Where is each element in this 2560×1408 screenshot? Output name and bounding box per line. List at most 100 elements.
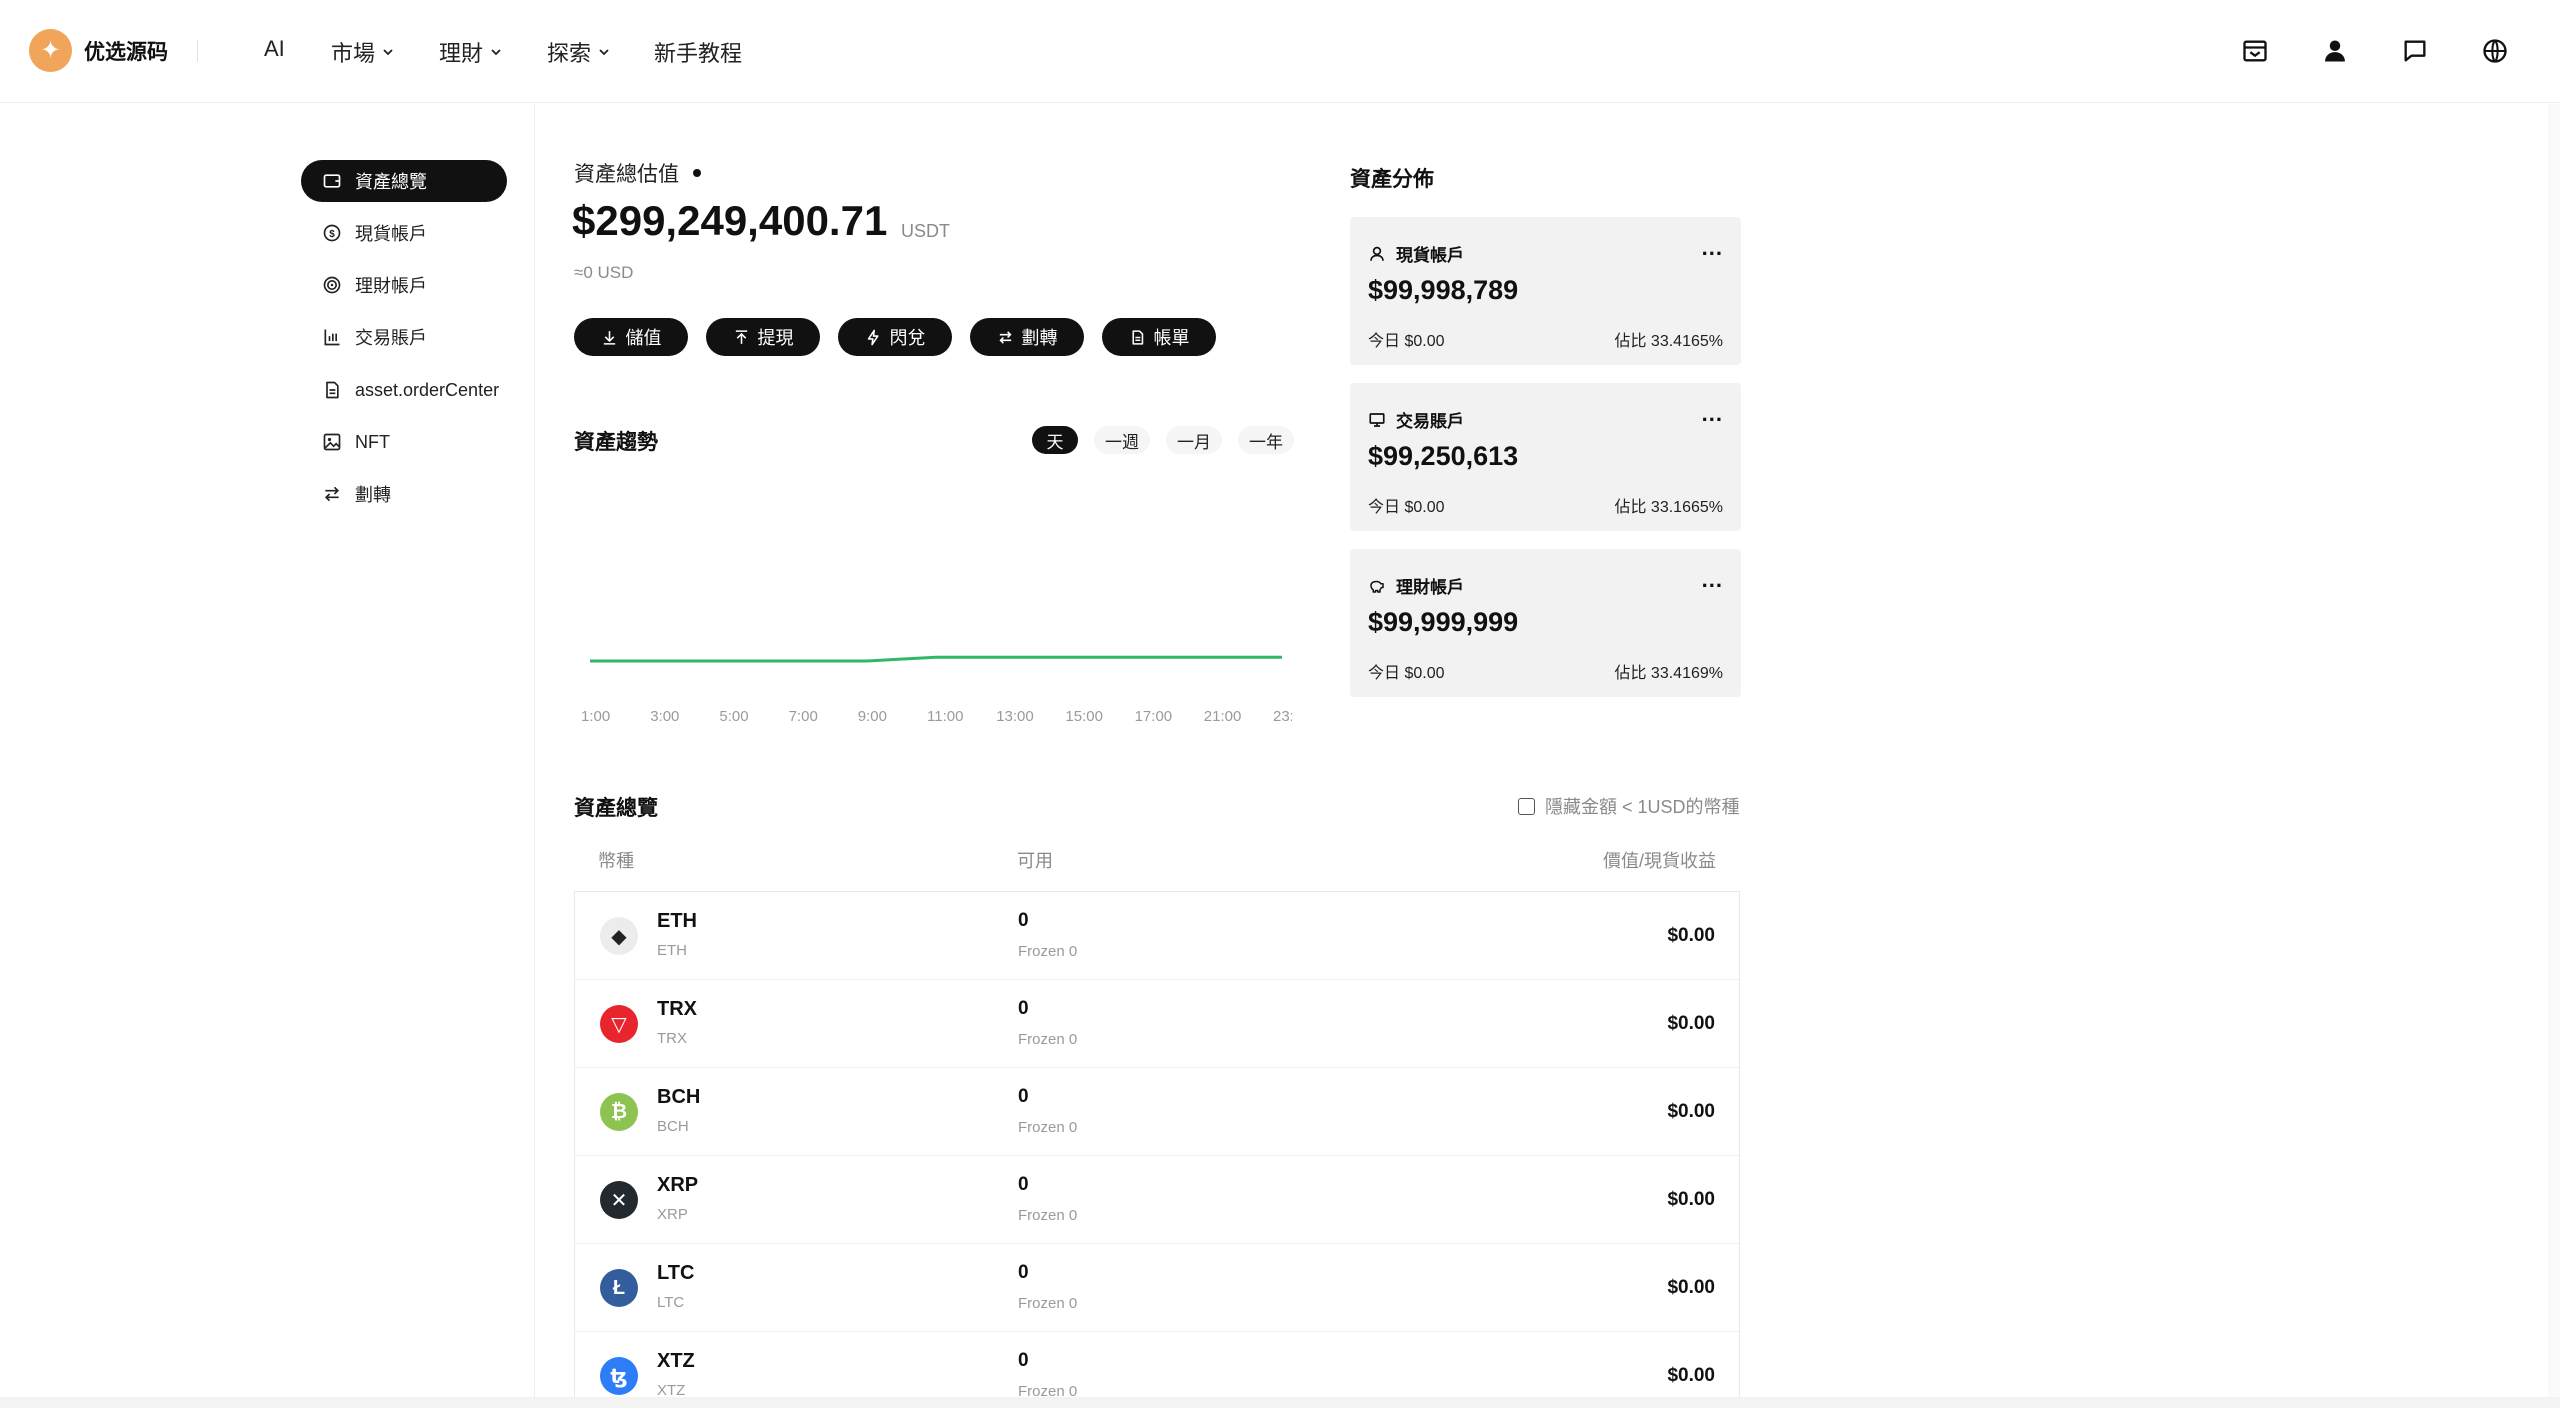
available-amount: 0: [1018, 910, 1029, 931]
range-tab-year[interactable]: 一年: [1238, 426, 1294, 454]
distribution-card-spot[interactable]: 現貨帳戶 ... $99,998,789 今日 $0.00 佔比 33.4165…: [1350, 217, 1741, 365]
withdraw-button[interactable]: 提現: [706, 318, 820, 356]
document-icon: [321, 379, 343, 401]
logo-icon[interactable]: ✦: [29, 29, 72, 72]
available-amount: 0: [1018, 998, 1029, 1019]
available-amount: 0: [1018, 1350, 1029, 1371]
bill-button[interactable]: 帳單: [1102, 318, 1216, 356]
x-tick-label: 1:00: [581, 708, 610, 725]
more-options-icon[interactable]: ...: [1702, 567, 1723, 593]
table-row[interactable]: ₿ BCH BCH 0 Frozen 0 $0.00: [575, 1068, 1739, 1156]
card-today: 今日 $0.00: [1368, 499, 1445, 516]
sidebar-item-trading[interactable]: 交易賬戶: [301, 316, 507, 358]
transfer-label: 劃轉: [1021, 328, 1058, 348]
asset-table: ◆ ETH ETH 0 Frozen 0 $0.00 ▽ TRX TRX 0 Frozen 0 $0.…: [574, 891, 1740, 1408]
message-icon[interactable]: [2398, 34, 2432, 68]
more-options-icon[interactable]: ...: [1702, 401, 1723, 427]
nav-divider: [197, 40, 198, 62]
x-tick-label: 21:00: [1204, 708, 1242, 725]
column-header-value: 價值/現貨收益: [1603, 851, 1717, 871]
range-tab-month[interactable]: 一月: [1166, 426, 1222, 454]
sidebar-item-finance[interactable]: 理財帳戶: [301, 264, 507, 306]
inbox-icon[interactable]: [2238, 34, 2272, 68]
user-icon[interactable]: [2318, 34, 2352, 68]
chevron-down-icon: [383, 49, 393, 56]
total-approx-usd: ≈0 USD: [574, 263, 634, 282]
download-icon: [603, 330, 615, 345]
x-tick-label: 9:00: [858, 708, 887, 725]
nav-item-finance[interactable]: 理財: [439, 36, 503, 68]
sidebar-item-spot[interactable]: $ 現貨帳戶: [301, 212, 507, 254]
nav-item-market[interactable]: 市場: [331, 36, 395, 68]
card-name-text: 交易賬戶: [1396, 412, 1464, 431]
coin-symbol: ETH: [657, 910, 697, 932]
estimate-label-text: 資產總估值: [574, 163, 679, 186]
withdraw-label: 提現: [757, 328, 794, 348]
transfer-button[interactable]: 劃轉: [970, 318, 1084, 356]
x-tick-label: 7:00: [789, 708, 818, 725]
hide-small-balances-checkbox[interactable]: 隱藏金額 < 1USD的幣種: [1518, 793, 1740, 819]
x-tick-label: 17:00: [1135, 708, 1173, 725]
distribution-card-trading[interactable]: 交易賬戶 ... $99,250,613 今日 $0.00 佔比 33.1665…: [1350, 383, 1741, 531]
swap-button[interactable]: 閃兌: [838, 318, 952, 356]
total-estimate-label: 資產總估值: [574, 158, 701, 188]
sidebar-item-overview[interactable]: 資產總覽: [301, 160, 507, 202]
sidebar-divider: [534, 104, 535, 1408]
card-name-text: 現貨帳戶: [1396, 246, 1464, 265]
card-amount: $99,998,789: [1368, 275, 1519, 305]
visibility-toggle-icon[interactable]: [693, 169, 701, 177]
card-ratio: 佔比 33.1665%: [1614, 499, 1723, 516]
bar-chart-icon: [321, 326, 343, 348]
transfer-icon: [321, 483, 343, 505]
distribution-title: 資產分佈: [1350, 168, 1434, 191]
trx-coin-icon: ▽: [600, 1005, 638, 1043]
card-name-text: 理財帳戶: [1396, 578, 1464, 597]
monitor-icon: [1369, 412, 1385, 427]
sidebar-item-nft[interactable]: NFT: [301, 421, 507, 463]
coin-symbol: TRX: [657, 998, 697, 1020]
frozen-amount: Frozen 0: [1018, 943, 1078, 960]
nav-label: 市場: [331, 41, 376, 66]
globe-icon[interactable]: [2478, 34, 2512, 68]
sidebar-item-order-center[interactable]: asset.orderCenter: [301, 369, 507, 411]
range-tab-day[interactable]: 天: [1032, 426, 1078, 454]
range-tab-week[interactable]: 一週: [1094, 426, 1150, 454]
sidebar-item-label: NFT: [355, 431, 390, 452]
bill-icon: [1131, 329, 1143, 345]
nav-item-ai[interactable]: AI: [264, 36, 285, 62]
nav-label: 理財: [439, 41, 484, 66]
sidebar-item-label: 資產總覽: [355, 172, 427, 192]
nav-label: AI: [264, 36, 285, 61]
table-row[interactable]: Ł LTC LTC 0 Frozen 0 $0.00: [575, 1244, 1739, 1332]
table-row[interactable]: ◆ ETH ETH 0 Frozen 0 $0.00: [575, 892, 1739, 980]
table-row[interactable]: ▽ TRX TRX 0 Frozen 0 $0.00: [575, 980, 1739, 1068]
table-row[interactable]: ✕ XRP XRP 0 Frozen 0 $0.00: [575, 1156, 1739, 1244]
page-scrollbar[interactable]: [2548, 104, 2560, 1408]
wallet-icon: [321, 170, 343, 192]
sidebar-item-transfer[interactable]: 劃轉: [301, 473, 507, 515]
sidebar-item-label: 理財帳戶: [355, 276, 427, 296]
checkbox-box[interactable]: [1518, 797, 1535, 815]
coin-value: $0.00: [1667, 925, 1715, 946]
coin-name: ETH: [657, 942, 687, 959]
brand-name[interactable]: 优选源码: [84, 36, 168, 66]
total-balance: $299,249,400.71: [572, 197, 888, 244]
nav-item-tutorial[interactable]: 新手教程: [654, 36, 742, 68]
nav-label: 新手教程: [654, 41, 743, 66]
horizontal-scrollbar[interactable]: [0, 1397, 2560, 1408]
card-amount: $99,999,999: [1368, 607, 1519, 637]
coin-name: BCH: [657, 1118, 689, 1135]
more-options-icon[interactable]: ...: [1702, 235, 1723, 261]
chevron-down-icon: [491, 49, 501, 56]
svg-text:$: $: [329, 229, 335, 240]
x-tick-label: 3:00: [650, 708, 679, 725]
deposit-button[interactable]: 儲值: [574, 318, 688, 356]
column-header-coin: 幣種: [598, 851, 634, 871]
top-nav: ✦ 优选源码 AI 市場 理財 探索 新手教程: [0, 0, 2560, 103]
nav-item-explore[interactable]: 探索: [547, 36, 611, 68]
asset-trend-chart: 1:00 3:00 5:00 7:00 9:00 11:00 13:00 15:00 17:00…: [581, 655, 1292, 725]
distribution-card-finance[interactable]: 理財帳戶 ... $99,999,999 今日 $0.00 佔比 33.4169…: [1350, 549, 1741, 697]
sidebar-item-label: 交易賬戶: [355, 328, 427, 348]
upload-icon: [735, 329, 747, 344]
card-name: 交易賬戶: [1368, 407, 1464, 432]
